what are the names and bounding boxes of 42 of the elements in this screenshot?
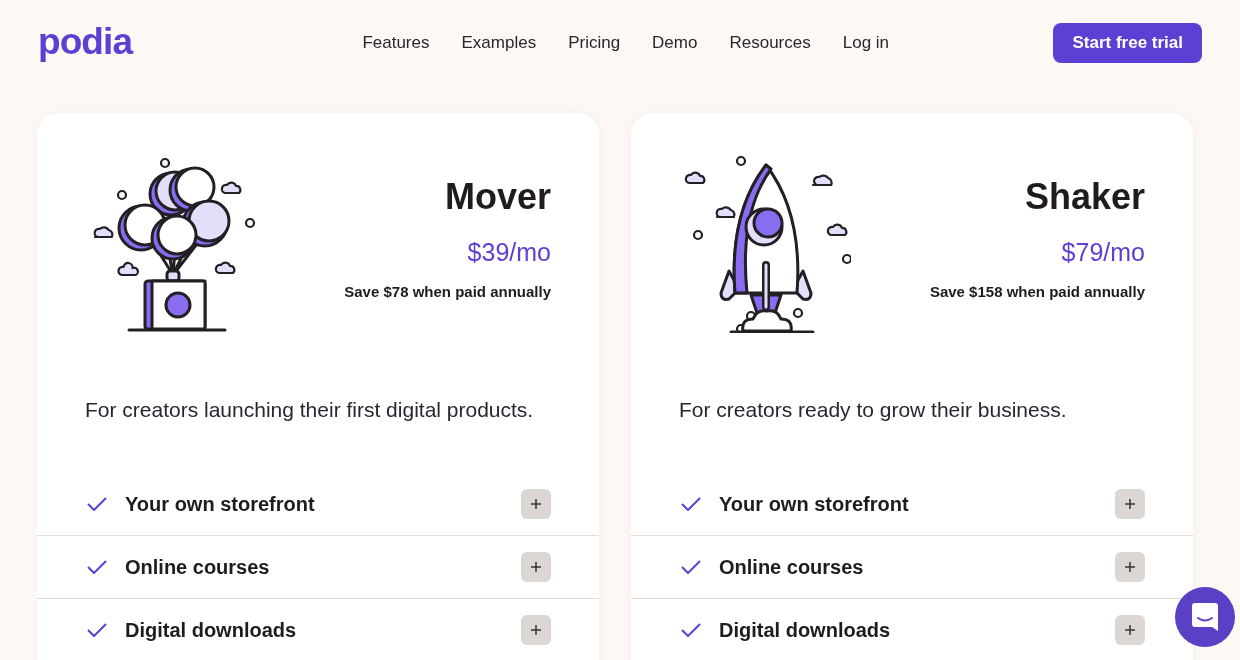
chat-button[interactable] — [1175, 587, 1235, 647]
nav-link[interactable]: Features — [362, 29, 430, 56]
expand-button[interactable] — [1115, 552, 1145, 582]
plan-description: For creators ready to grow their business. — [678, 397, 1068, 423]
plus-icon — [1125, 562, 1135, 572]
plus-icon — [531, 562, 541, 572]
check-icon — [87, 497, 107, 511]
nav-link[interactable]: Demo — [652, 29, 698, 56]
start-trial-button[interactable]: Start free trial — [1053, 22, 1202, 63]
expand-button[interactable] — [1115, 615, 1145, 645]
feature-label: Online courses — [719, 555, 865, 580]
feature-label: Online courses — [125, 555, 271, 580]
check-icon — [681, 560, 701, 574]
feature-label: Your own storefront — [719, 492, 910, 517]
check-icon — [87, 560, 107, 574]
plan-name: Mover — [444, 175, 551, 219]
plus-icon — [1125, 499, 1135, 509]
savings-note: Save $78 when paid annually — [344, 282, 551, 302]
plus-icon — [531, 625, 541, 635]
nav-link[interactable]: Log in — [842, 29, 890, 56]
check-icon — [681, 623, 701, 637]
logo[interactable]: podia — [38, 23, 288, 60]
nav-link[interactable]: Pricing — [568, 29, 621, 56]
expand-button[interactable] — [521, 615, 551, 645]
plan-price: $39/mo — [467, 237, 551, 267]
plus-icon — [531, 499, 541, 509]
expand-button[interactable] — [521, 489, 551, 519]
feature-label: Your own storefront — [125, 492, 316, 517]
expand-button[interactable] — [1115, 489, 1145, 519]
check-icon — [681, 497, 701, 511]
plan-price: $79/mo — [1061, 237, 1145, 267]
feature-label: Digital downloads — [125, 618, 298, 643]
check-icon — [87, 623, 107, 637]
savings-note: Save $158 when paid annually — [929, 282, 1145, 302]
feature-label: Digital downloads — [719, 618, 892, 643]
plan-name: Shaker — [1024, 175, 1145, 219]
plan-description: For creators launching their first digital products. — [84, 397, 535, 423]
plus-icon — [1125, 625, 1135, 635]
chat-icon — [1191, 602, 1219, 632]
nav-link[interactable]: Examples — [461, 29, 537, 56]
nav-link[interactable]: Resources — [729, 29, 811, 56]
expand-button[interactable] — [521, 552, 551, 582]
